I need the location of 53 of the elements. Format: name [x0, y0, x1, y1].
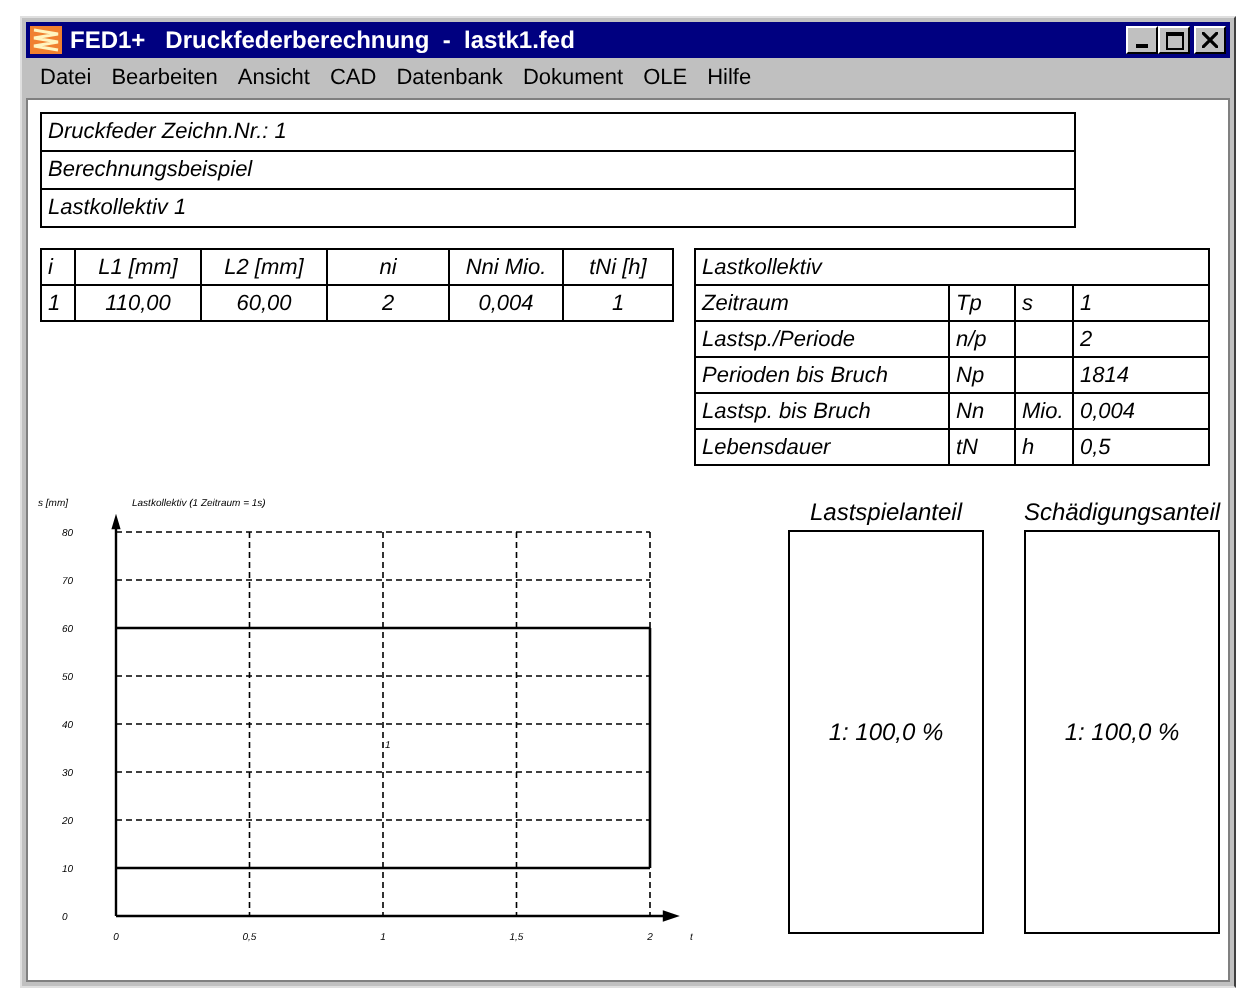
menu-item[interactable]: CAD: [319, 65, 387, 89]
table-cell: 0,004: [1073, 393, 1209, 429]
table-cell: tN: [949, 429, 1015, 465]
table-cell: n/p: [949, 321, 1015, 357]
table-cell: 60,00: [201, 285, 327, 321]
header-field: Druckfeder Zeichn.Nr.: 1: [42, 114, 1074, 150]
column-header: L1 [mm]: [75, 249, 201, 285]
table-cell: Nn: [949, 393, 1015, 429]
bar-title: Lastspielanteil: [809, 498, 963, 530]
menu-item[interactable]: Datei: [30, 65, 102, 89]
table-cell: Perioden bis Bruch: [695, 357, 949, 393]
table-cell: Tp: [949, 285, 1015, 321]
share-label: 1: 100,0 %: [1064, 718, 1180, 746]
table-cell: Lebensdauer: [695, 429, 949, 465]
close-icon: [1202, 32, 1218, 48]
column-header: L2 [mm]: [201, 249, 327, 285]
table-cell: Lastsp./Periode: [695, 321, 949, 357]
table-cell: 1: [563, 285, 673, 321]
table-cell: 0,004: [449, 285, 563, 321]
table-cell: h: [1015, 429, 1073, 465]
column-header: ni: [327, 249, 449, 285]
spring-icon: [30, 26, 62, 54]
menu-item[interactable]: Hilfe: [697, 65, 762, 89]
table-cell: 110,00: [75, 285, 201, 321]
table-cell: Np: [949, 357, 1015, 393]
table-cell: 1814: [1073, 357, 1209, 393]
table-cell: 1: [41, 285, 75, 321]
column-header: Nni Mio.: [449, 249, 563, 285]
table-cell: 1: [1073, 285, 1209, 321]
table-title: Lastkollektiv: [695, 249, 1209, 285]
share-label: 1: 100,0 %: [828, 718, 944, 746]
window-title: FED1+ Druckfederberechnung - lastk1.fed: [70, 26, 577, 54]
header-field: Berechnungsbeispiel: [42, 150, 1074, 188]
table-cell: 2: [327, 285, 449, 321]
menu-item[interactable]: Ansicht: [227, 65, 320, 89]
header-field: Lastkollektiv 1: [42, 188, 1074, 226]
menu-item[interactable]: OLE: [633, 65, 698, 89]
table-cell: 2: [1073, 321, 1209, 357]
table-cell: Lastsp. bis Bruch: [695, 393, 949, 429]
column-header: tNi [h]: [563, 249, 673, 285]
menu-item[interactable]: Datenbank: [386, 65, 513, 89]
menu-item[interactable]: Dokument: [512, 65, 634, 89]
menu-item[interactable]: Bearbeiten: [101, 65, 228, 89]
close-button[interactable]: [1194, 26, 1226, 54]
table-cell: 0,5: [1073, 429, 1209, 465]
minimize-button[interactable]: [1126, 26, 1158, 54]
maximize-icon: [1165, 31, 1183, 49]
column-header: i: [41, 249, 75, 285]
table-cell: s: [1015, 285, 1073, 321]
table-cell: Mio.: [1015, 393, 1073, 429]
maximize-button[interactable]: [1158, 26, 1190, 54]
bar-title: Schädigungsanteil: [1023, 498, 1221, 530]
table-cell: Zeitraum: [695, 285, 949, 321]
